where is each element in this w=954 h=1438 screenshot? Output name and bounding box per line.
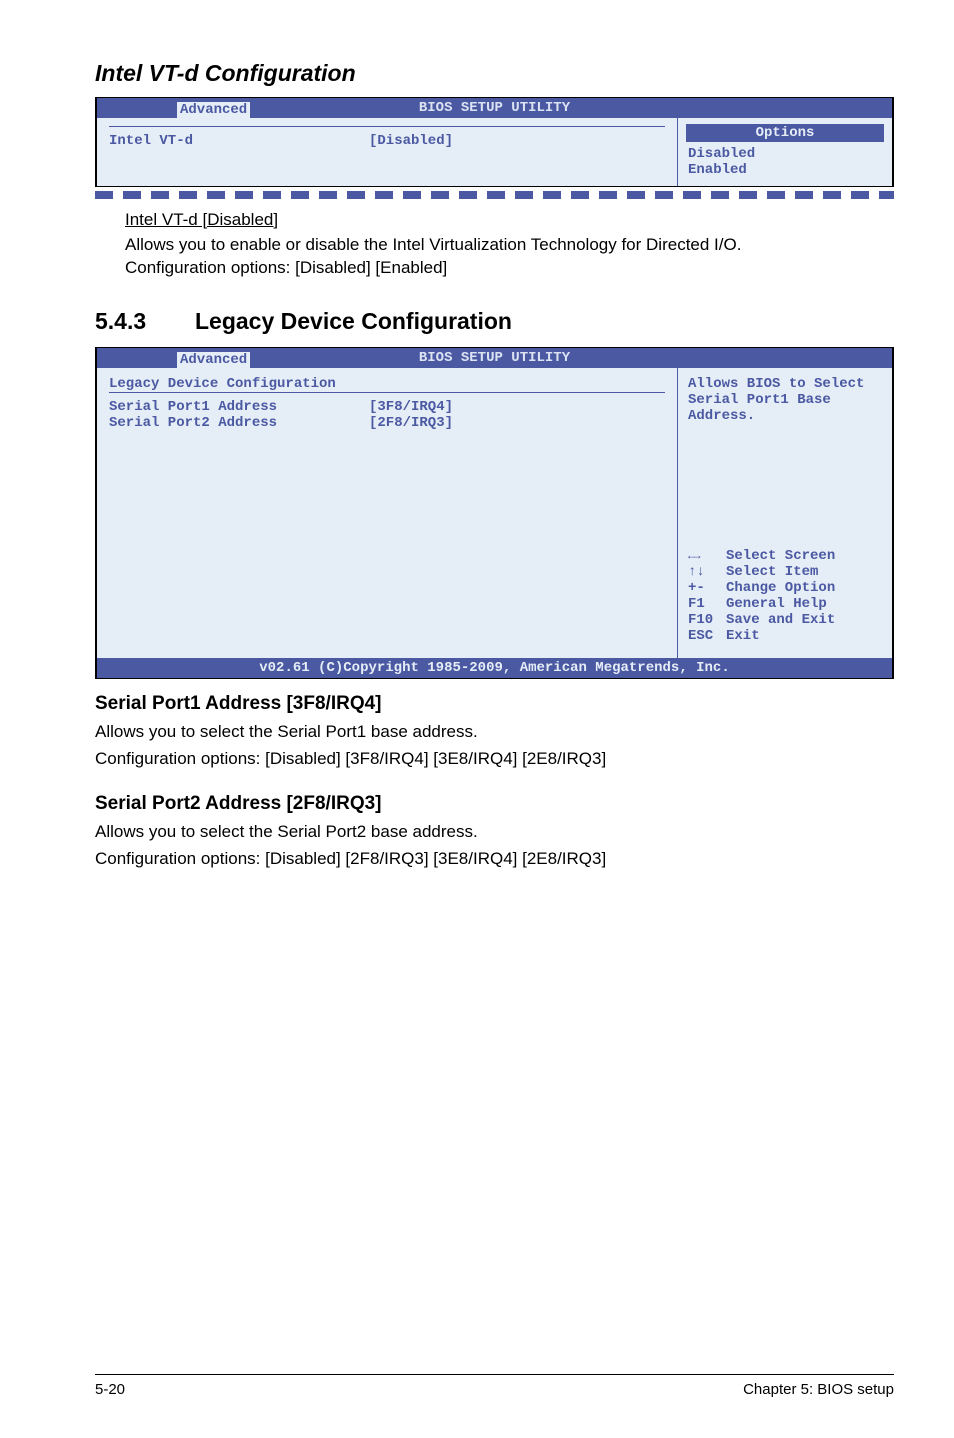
- item-value: [Disabled]: [369, 133, 453, 149]
- option-enabled[interactable]: Enabled: [688, 162, 882, 178]
- nav-save-exit: Save and Exit: [726, 612, 835, 628]
- bios-header: BIOS SETUP UTILITY Advanced: [97, 348, 892, 368]
- bios-panel-vtd: BIOS SETUP UTILITY Advanced Intel VT-d […: [95, 97, 894, 187]
- tab-advanced[interactable]: Advanced: [177, 352, 250, 368]
- bios-right-pane: Allows BIOS to Select Serial Port1 Base …: [677, 368, 892, 658]
- bios-item-serial2[interactable]: Serial Port2 Address [2F8/IRQ3]: [109, 415, 665, 431]
- serial2-text2: Configuration options: [Disabled] [2F8/I…: [95, 848, 894, 871]
- section-heading-vtd: Intel VT-d Configuration: [95, 60, 894, 87]
- bios-left-pane: Intel VT-d [Disabled]: [97, 118, 677, 186]
- bios-panel-legacy: BIOS SETUP UTILITY Advanced Legacy Devic…: [95, 347, 894, 679]
- section-title: Legacy Device Configuration: [195, 308, 512, 334]
- vtd-text1: Allows you to enable or disable the Inte…: [125, 234, 894, 257]
- pane-heading: Legacy Device Configuration: [109, 376, 665, 392]
- bios-right-pane: Options Disabled Enabled: [677, 118, 892, 186]
- nav-exit: Exit: [726, 628, 760, 644]
- nav-help: Select Screen ↑↓Select Item +-Change Opt…: [688, 548, 882, 644]
- f1-key: F1: [688, 596, 726, 612]
- nav-change-option: Change Option: [726, 580, 835, 596]
- updown-icon: ↑↓: [688, 564, 726, 580]
- section-number: 5.4.3: [95, 308, 195, 335]
- arrow-icon: [688, 548, 726, 564]
- vtd-underline: Intel VT-d [Disabled]: [125, 209, 894, 232]
- tab-advanced[interactable]: Advanced: [177, 102, 250, 118]
- bios-item-serial1[interactable]: Serial Port1 Address [3F8/IRQ4]: [109, 399, 665, 415]
- vtd-description: Intel VT-d [Disabled] Allows you to enab…: [95, 209, 894, 280]
- options-header: Options: [686, 124, 884, 142]
- bios-title: BIOS SETUP UTILITY: [419, 100, 570, 116]
- help-text: Allows BIOS to Select Serial Port1 Base …: [688, 376, 882, 424]
- item-label: Serial Port2 Address: [109, 415, 369, 431]
- nav-select-item: Select Item: [726, 564, 818, 580]
- sub-heading-serial2: Serial Port2 Address [2F8/IRQ3]: [95, 793, 894, 815]
- nav-general-help: General Help: [726, 596, 827, 612]
- serial1-text2: Configuration options: [Disabled] [3F8/I…: [95, 748, 894, 771]
- vtd-text2: Configuration options: [Disabled] [Enabl…: [125, 257, 894, 280]
- serial2-text1: Allows you to select the Serial Port2 ba…: [95, 821, 894, 844]
- bios-item-vtd[interactable]: Intel VT-d [Disabled]: [109, 133, 665, 149]
- item-label: Serial Port1 Address: [109, 399, 369, 415]
- plusminus-icon: +-: [688, 580, 726, 596]
- cut-line: [95, 191, 894, 199]
- chapter-label: Chapter 5: BIOS setup: [743, 1381, 894, 1398]
- esc-key: ESC: [688, 628, 726, 644]
- item-value: [3F8/IRQ4]: [369, 399, 453, 415]
- f10-key: F10: [688, 612, 726, 628]
- bios-footer: v02.61 (C)Copyright 1985-2009, American …: [97, 658, 892, 678]
- page-number: 5-20: [95, 1381, 125, 1398]
- page-footer: 5-20 Chapter 5: BIOS setup: [95, 1374, 894, 1398]
- sub-heading-serial1: Serial Port1 Address [3F8/IRQ4]: [95, 693, 894, 715]
- bios-left-pane: Legacy Device Configuration Serial Port1…: [97, 368, 677, 658]
- section-heading-legacy: 5.4.3Legacy Device Configuration: [95, 308, 894, 335]
- item-value: [2F8/IRQ3]: [369, 415, 453, 431]
- nav-select-screen: Select Screen: [726, 548, 835, 564]
- serial1-text1: Allows you to select the Serial Port1 ba…: [95, 721, 894, 744]
- option-disabled[interactable]: Disabled: [688, 146, 882, 162]
- bios-title: BIOS SETUP UTILITY: [419, 350, 570, 366]
- item-label: Intel VT-d: [109, 133, 369, 149]
- bios-header: BIOS SETUP UTILITY Advanced: [97, 98, 892, 118]
